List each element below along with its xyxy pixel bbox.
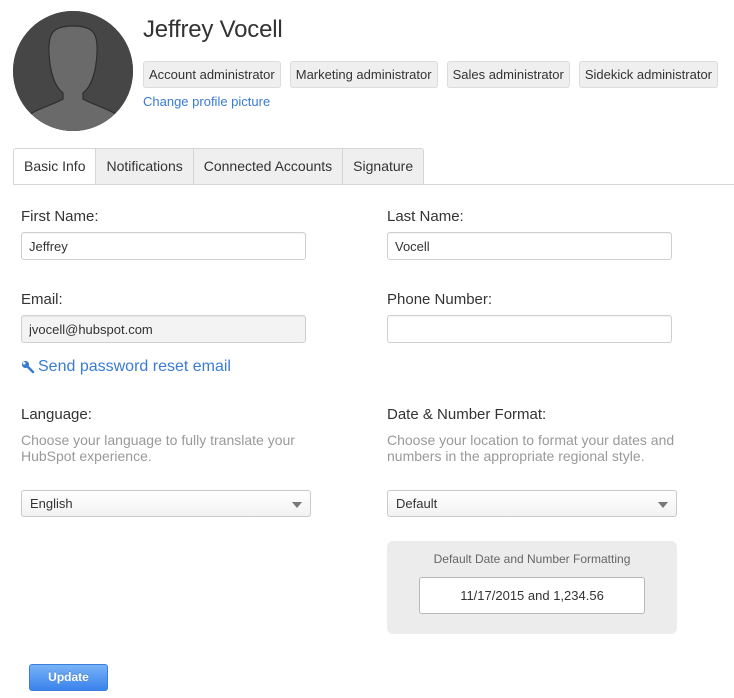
tab-basic-info[interactable]: Basic Info <box>13 148 97 185</box>
role-badge: Marketing administrator <box>289 61 438 88</box>
tab-notifications[interactable]: Notifications <box>96 148 194 184</box>
tab-bar: Basic Info Notifications Connected Accou… <box>13 148 425 185</box>
format-preview-value: 11/17/2015 and 1,234.56 <box>419 577 645 614</box>
language-help-text: Choose your language to fully translate … <box>21 432 295 464</box>
role-badge: Account administrator <box>143 61 281 88</box>
tab-divider <box>13 184 734 185</box>
last-name-input[interactable] <box>387 232 672 260</box>
phone-label: Phone Number: <box>387 291 493 308</box>
person-silhouette-icon <box>13 11 133 131</box>
language-label: Language: <box>21 406 92 423</box>
email-input[interactable] <box>21 315 306 343</box>
chevron-down-icon <box>292 502 302 508</box>
wrench-icon <box>21 360 35 374</box>
avatar[interactable] <box>13 11 133 131</box>
email-label: Email: <box>21 291 63 308</box>
language-select[interactable]: English <box>21 490 311 517</box>
role-badge: Sidekick administrator <box>578 61 718 88</box>
change-profile-picture-link[interactable]: Change profile picture <box>143 94 270 109</box>
send-password-reset-link[interactable]: Send password reset email <box>21 358 231 376</box>
last-name-label: Last Name: <box>387 208 464 225</box>
format-preview-panel: Default Date and Number Formatting 11/17… <box>387 541 677 634</box>
chevron-down-icon <box>658 502 668 508</box>
phone-input[interactable] <box>387 315 672 343</box>
date-format-help-text: Choose your location to format your date… <box>387 432 675 464</box>
send-password-reset-label: Send password reset email <box>38 358 231 375</box>
date-format-select[interactable]: Default <box>387 490 677 517</box>
date-format-label: Date & Number Format: <box>387 406 547 423</box>
first-name-input[interactable] <box>21 232 306 260</box>
tab-signature[interactable]: Signature <box>343 148 425 184</box>
format-preview-title: Default Date and Number Formatting <box>433 552 631 566</box>
first-name-label: First Name: <box>21 208 99 225</box>
update-button[interactable]: Update <box>29 664 108 691</box>
user-name: Jeffrey Vocell <box>143 16 283 43</box>
language-selected-value: English <box>30 496 73 511</box>
tab-connected-accounts[interactable]: Connected Accounts <box>193 148 344 184</box>
role-badges: Account administrator Marketing administ… <box>143 61 718 88</box>
date-format-selected-value: Default <box>396 496 438 511</box>
role-badge: Sales administrator <box>446 61 570 88</box>
